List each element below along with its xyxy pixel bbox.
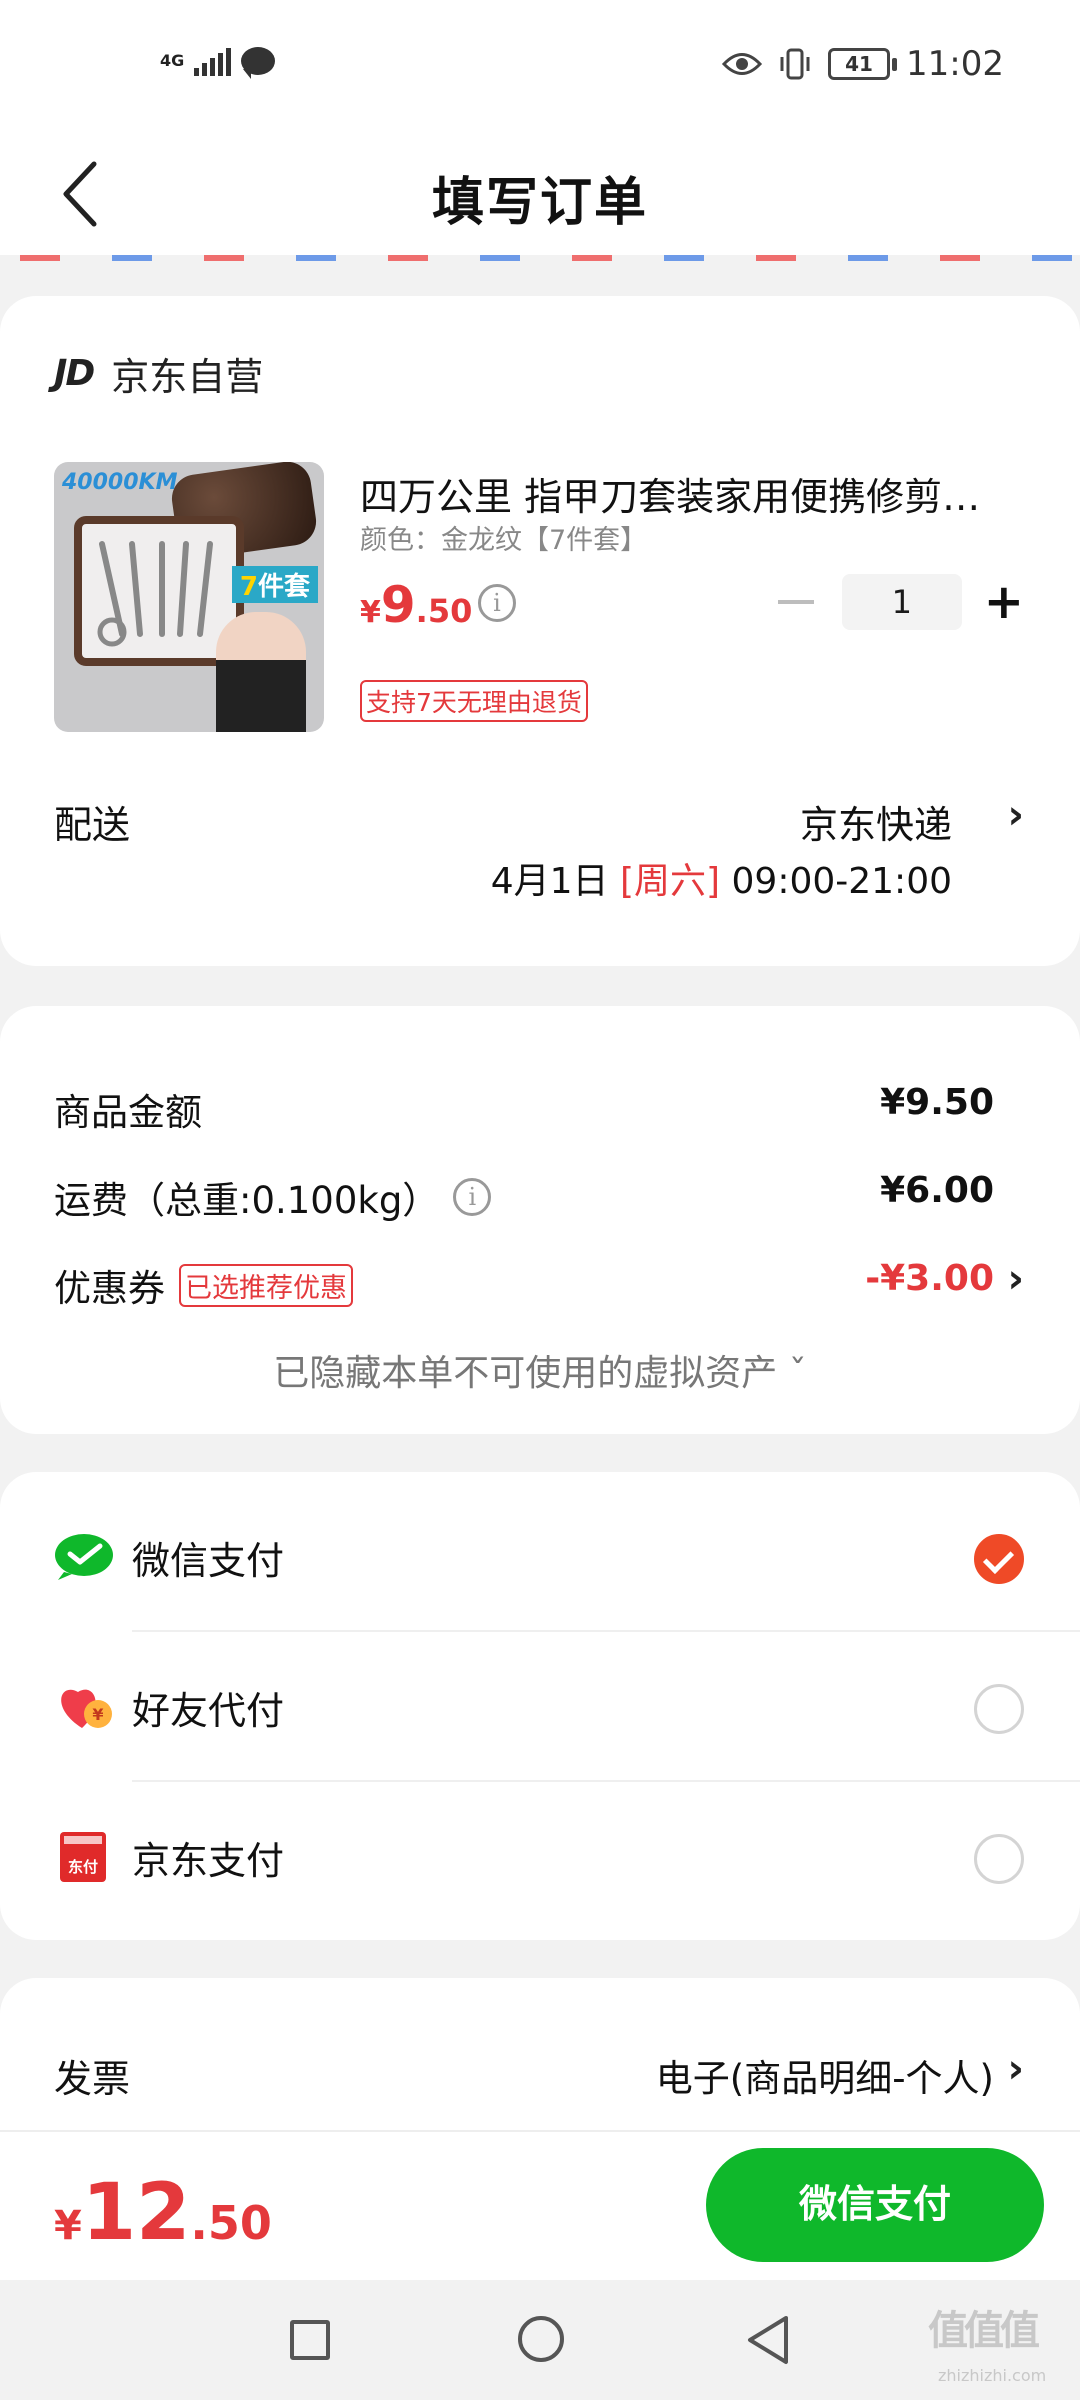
battery-icon: 41 [828,48,898,80]
invoice-value[interactable]: 电子(商品明细-个人) [656,2048,994,2102]
delivery-label: 配送 [54,803,131,847]
status-time: 11:02 [906,44,1004,84]
goods-amount-value: ¥9.50 [880,1082,994,1123]
network-type: 4G [160,51,185,70]
total-price: ¥12.50 [54,2168,272,2258]
payment-option-wechat[interactable]: 微信支付 [0,1480,1080,1630]
vibrate-icon [780,48,810,80]
coupon-row[interactable]: 优惠券 已选推荐优惠 [54,1258,353,1312]
jd-logo: JD [54,353,95,394]
invoice-label: 发票 [54,2057,131,2101]
product-image-model [216,612,306,732]
delivery-time[interactable]: 4月1日 [周六] 09:00-21:00 [491,852,952,904]
shipping-info-icon[interactable]: i [453,1178,492,1216]
increase-button[interactable]: + [984,578,1024,626]
order-item-card: JD 京东自营 40000KM 7件套 四万公里 指甲刀套装家用便携修剪… 颜色… [0,296,1080,966]
payment-method-card: 微信支付 ¥ 好友代付 东付 京东支付 [0,1472,1080,1940]
product-title[interactable]: 四万公里 指甲刀套装家用便携修剪… [360,466,1000,521]
nail-tools-graphic [97,541,213,647]
top-navbar: 填写订单 [0,130,1080,260]
home-icon[interactable] [518,2316,564,2362]
coupon-label: 优惠券 [54,1267,165,1310]
friend-pay-icon: ¥ [61,1689,112,1728]
shop-header[interactable]: JD 京东自营 [54,346,263,401]
return-policy-badge: 支持7天无理由退货 [360,680,588,722]
shipping-fee-label: 运费（总重:0.100kg） [54,1179,440,1222]
product-image[interactable]: 40000KM 7件套 [54,462,324,732]
shipping-fee-row: 运费（总重:0.100kg） i [54,1170,492,1224]
price-summary-card: 商品金额 ¥9.50 运费（总重:0.100kg） i ¥6.00 优惠券 已选… [0,1006,1080,1434]
delivery-carrier[interactable]: 京东快递 [800,794,952,849]
svg-text:东付: 东付 [68,1858,98,1876]
goods-amount-label: 商品金额 [54,1091,202,1134]
product-image-tag: 7件套 [231,566,318,603]
payment-option-friend[interactable]: ¥ 好友代付 [0,1630,1080,1780]
wechat-pay-icon [55,1534,113,1580]
payment-option-label: 京东支付 [132,1839,285,1883]
watermark-url: zhizhizhi.com [938,2366,1047,2385]
payment-option-label: 微信支付 [132,1539,285,1583]
watermark-logo: 值值值 [928,2308,1040,2354]
signal-icon [194,46,232,76]
recent-apps-icon[interactable] [290,2320,330,2360]
price-info-icon[interactable]: i [478,584,516,622]
status-right: 41 11:02 [722,44,1004,84]
radio-unselected-icon[interactable] [974,1684,1024,1734]
status-bar: 4G 41 11:02 [0,0,1080,130]
shop-name: 京东自营 [111,355,264,399]
chat-notification-icon [241,47,276,79]
address-envelope-border [0,255,1080,261]
radio-selected-icon[interactable] [974,1534,1024,1584]
status-left: 4G [160,46,276,79]
payment-option-jd[interactable]: 东付 京东支付 [0,1780,1080,1930]
product-spec[interactable]: 颜色：金龙纹【7件套】 [360,518,647,557]
decrease-button[interactable] [777,600,814,604]
chevron-right-icon[interactable]: › [1008,792,1024,838]
quantity-value[interactable]: 1 [841,574,962,630]
coupon-chevron-icon[interactable]: › [1008,1256,1024,1302]
svg-text:¥: ¥ [92,1705,103,1724]
jd-pay-icon: 东付 [60,1832,106,1882]
quantity-stepper: 1 + [777,574,1024,630]
system-back-icon[interactable] [744,2314,792,2366]
invoice-chevron-icon[interactable]: › [1008,2046,1024,2092]
checkout-footer: ¥12.50 微信支付 [0,2130,1080,2280]
eye-icon [722,53,763,75]
shipping-fee-value: ¥6.00 [880,1170,994,1211]
coupon-recommended-badge: 已选推荐优惠 [179,1263,353,1307]
page-title: 填写订单 [431,173,648,233]
system-navigation-bar: 值值值 zhizhizhi.com [0,2280,1080,2400]
wechat-pay-button[interactable]: 微信支付 [706,2148,1044,2262]
payment-option-label: 好友代付 [132,1689,285,1733]
radio-unselected-icon[interactable] [974,1834,1024,1884]
coupon-value[interactable]: -¥3.00 [865,1258,994,1299]
hidden-assets-toggle[interactable]: 已隐藏本单不可使用的虚拟资产 ˇ [0,1344,1080,1396]
product-price: ¥9.50 [360,576,473,634]
product-image-brand: 40000KM [62,470,178,495]
